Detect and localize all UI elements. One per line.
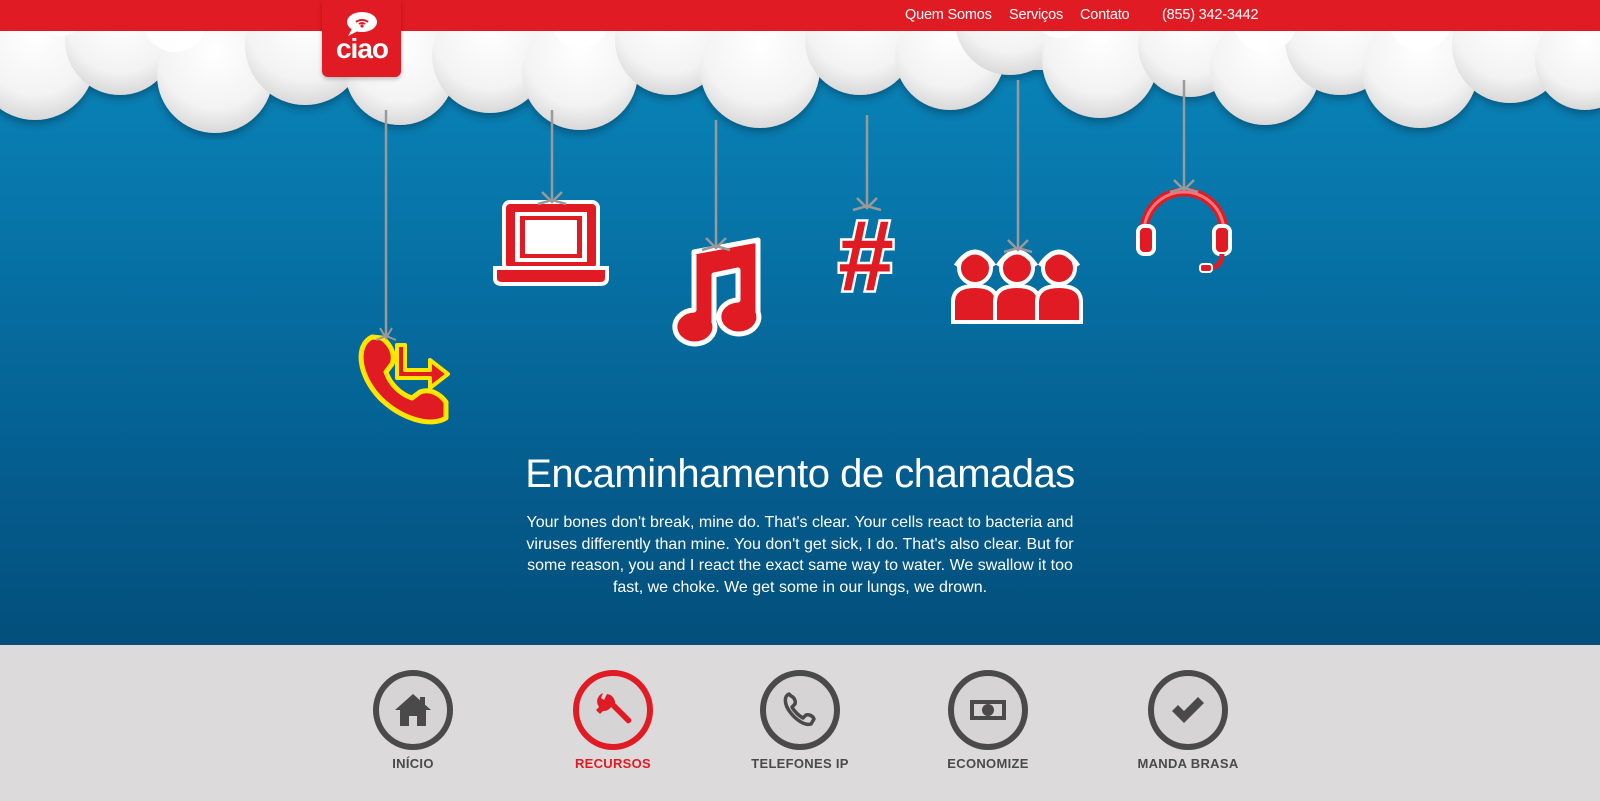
feature-label: INÍCIO [392, 756, 434, 771]
nav-contato[interactable]: Contato [1080, 7, 1130, 23]
hero-description: Your bones don't break, mine do. That's … [526, 514, 1074, 596]
nav-servicos[interactable]: Serviços [1009, 7, 1063, 23]
group-icon [951, 239, 1083, 324]
features-bar: INÍCIO RECURSOS TELEFONES IP ECONOMIZE M… [0, 645, 1600, 801]
hero-title: Encaminhamento de chamadas [525, 452, 1075, 496]
logo[interactable]: ciao [322, 0, 401, 77]
phone-number[interactable]: (855) 342-3442 [1162, 7, 1259, 23]
top-nav: Quem Somos Serviços Contato (855) 342-34… [0, 0, 1600, 31]
hanging-icons: # [358, 80, 1232, 425]
svg-text:#: # [838, 200, 894, 312]
phone-forward-icon [358, 327, 450, 425]
feature-circle [1148, 670, 1228, 750]
feature-label: TELEFONES IP [751, 756, 849, 771]
feature-label: ECONOMIZE [947, 756, 1029, 771]
feature-circle [373, 670, 453, 750]
hero-section: # Encaminhamento de chamadas Your bones … [0, 0, 1600, 645]
feature-circle [948, 670, 1028, 750]
feature-circle [760, 670, 840, 750]
laptop-icon [493, 191, 609, 286]
feature-label: MANDA BRASA [1137, 756, 1239, 771]
music-note-icon [672, 237, 762, 347]
home-icon [395, 694, 431, 726]
hash-icon: # [836, 197, 896, 315]
feature-label: RECURSOS [574, 756, 652, 771]
headset-icon [1136, 179, 1232, 273]
feature-circle [573, 670, 653, 750]
wrench-icon [596, 693, 632, 724]
logo-text: ciao [335, 33, 389, 64]
nav-quem-somos[interactable]: Quem Somos [905, 7, 992, 23]
check-icon [1172, 697, 1204, 723]
phone-icon [783, 692, 816, 727]
money-icon [970, 700, 1006, 720]
